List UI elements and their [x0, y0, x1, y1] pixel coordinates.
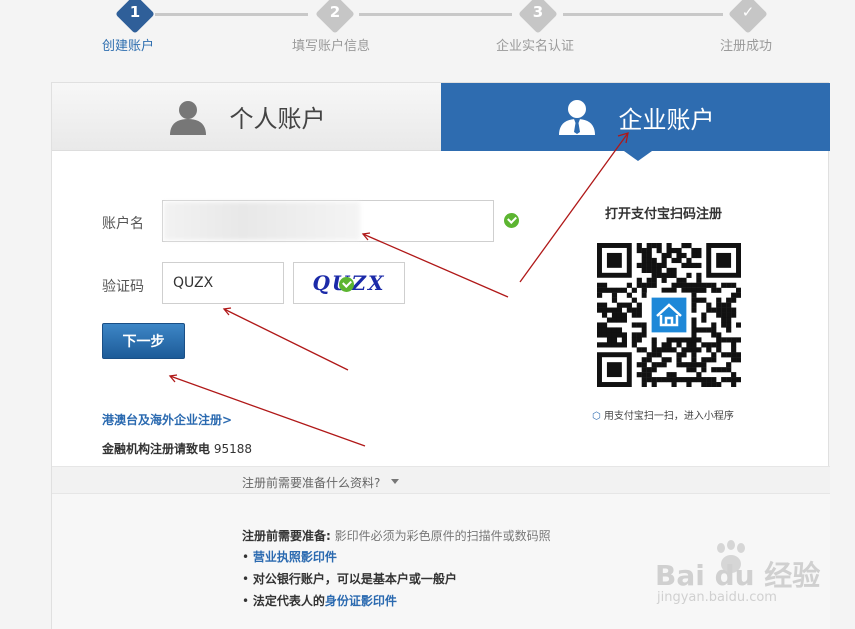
- step-4-label: 注册成功: [720, 39, 773, 54]
- financial-institution-note: 金融机构注册请致电 95188: [102, 440, 252, 457]
- check-icon: ✓: [741, 3, 755, 21]
- account-type-tabs: 个人账户 企业账户: [52, 83, 830, 161]
- step-2-number: 2: [329, 3, 341, 21]
- registration-card: 个人账户 企业账户 账户名 验证码 QUZX QUZX 下一步 港澳台及海外企业…: [51, 82, 830, 629]
- id-card-link[interactable]: 身份证影印件: [325, 594, 397, 608]
- tab-enterprise-label: 企业账户: [618, 105, 715, 134]
- alipay-qr-code: [597, 243, 742, 388]
- tab-personal-label: 个人账户: [229, 105, 326, 133]
- qr-hint-text: 用支付宝扫一扫，进入小程序: [603, 411, 734, 422]
- prep-item: • 对公银行账户，可以是基本户或一般户: [242, 572, 457, 586]
- qr-hint: ⬡ 用支付宝扫一扫，进入小程序: [592, 407, 734, 422]
- step-1-number: 1: [129, 3, 141, 21]
- mini-program-icon: ⬡: [592, 411, 601, 422]
- captcha-input[interactable]: QUZX: [162, 262, 284, 304]
- captcha-label: 验证码: [102, 279, 144, 295]
- redacted-account-name: [164, 202, 360, 240]
- qr-code-icon: [597, 243, 742, 388]
- check-circle-icon: [339, 277, 354, 292]
- step-connector: [563, 13, 723, 16]
- business-license-link[interactable]: 营业执照影印件: [253, 550, 337, 564]
- faq-content: 注册前需要准备: 影印件必须为彩色原件的扫描件或数码照 • 营业执照影印件 • …: [52, 494, 830, 629]
- prep-item: • 法定代表人的身份证影印件: [242, 594, 397, 608]
- overseas-registration-link[interactable]: 港澳台及海外企业注册>: [102, 411, 232, 428]
- step-connector: [155, 13, 308, 16]
- chevron-down-icon: [391, 479, 399, 484]
- step-connector: [359, 13, 512, 16]
- step-3-label: 企业实名认证: [496, 39, 575, 54]
- active-tab-pointer: [624, 151, 652, 161]
- step-1-label: 创建账户: [102, 39, 155, 54]
- faq-title: 注册前需要准备什么资料?: [242, 476, 381, 490]
- next-step-button[interactable]: 下一步: [102, 323, 185, 359]
- step-3-number: 3: [532, 3, 544, 21]
- financial-institution-text: 金融机构注册请致电: [102, 442, 211, 456]
- registration-steps: 1 创建账户 2 填写账户信息 3 企业实名认证 ✓ 注册成功: [0, 0, 855, 60]
- prep-title: 注册前需要准备:: [242, 529, 331, 543]
- qr-title: 打开支付宝扫码注册: [605, 207, 723, 222]
- prep-note: 影印件必须为彩色原件的扫描件或数码照: [334, 529, 551, 543]
- person-icon: [169, 100, 206, 135]
- financial-phone: 95188: [213, 442, 253, 456]
- faq-toggle[interactable]: 注册前需要准备什么资料?: [52, 466, 830, 494]
- check-circle-icon: [504, 213, 519, 228]
- prep-header: 注册前需要准备: 影印件必须为彩色原件的扫描件或数码照: [242, 527, 551, 544]
- business-person-icon: [558, 100, 595, 135]
- account-name-label: 账户名: [102, 216, 144, 232]
- legal-rep-text: 法定代表人的: [252, 594, 325, 608]
- tab-personal-account[interactable]: 个人账户: [52, 83, 441, 151]
- prep-item: • 营业执照影印件: [242, 550, 337, 564]
- bank-account-text: 对公银行账户，可以是基本户或一般户: [252, 572, 457, 586]
- tab-enterprise-account[interactable]: 企业账户: [441, 83, 830, 151]
- step-2-label: 填写账户信息: [292, 39, 371, 54]
